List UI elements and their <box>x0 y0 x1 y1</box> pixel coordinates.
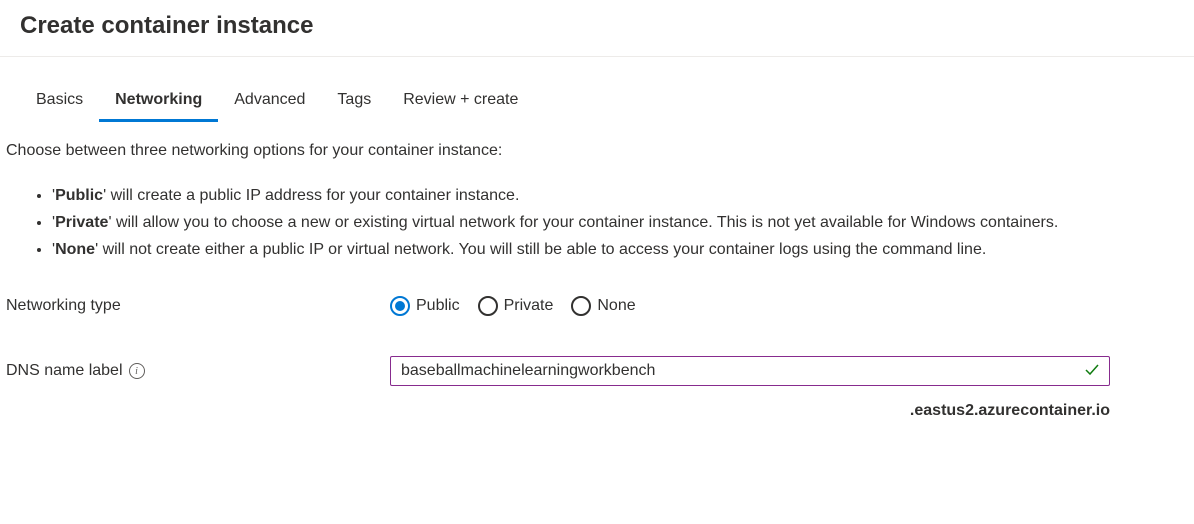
radio-none[interactable]: None <box>571 296 635 316</box>
checkmark-icon <box>1084 362 1100 381</box>
dns-name-input[interactable] <box>390 356 1110 386</box>
tab-networking[interactable]: Networking <box>99 85 218 122</box>
radio-private-label: Private <box>504 297 554 315</box>
bullet-none: 'None' will not create either a public I… <box>52 238 1126 263</box>
radio-public-label: Public <box>416 297 460 315</box>
radio-icon <box>390 296 410 316</box>
radio-icon <box>571 296 591 316</box>
tab-basics[interactable]: Basics <box>20 85 99 122</box>
radio-icon <box>478 296 498 316</box>
networking-type-radio-group: Public Private None <box>390 296 636 316</box>
row-networking-type: Networking type Public Private None <box>6 286 1188 326</box>
option-descriptions: 'Public' will create a public IP address… <box>6 184 1126 262</box>
dns-name-label: DNS name label i <box>6 362 390 380</box>
intro-text: Choose between three networking options … <box>6 142 1188 170</box>
bullet-public: 'Public' will create a public IP address… <box>52 184 1126 209</box>
tab-tags[interactable]: Tags <box>321 85 387 122</box>
row-dns-name-label: DNS name label i <box>6 346 1188 396</box>
radio-public[interactable]: Public <box>390 296 460 316</box>
tab-advanced[interactable]: Advanced <box>218 85 321 122</box>
bullet-private: 'Private' will allow you to choose a new… <box>52 211 1126 236</box>
radio-none-label: None <box>597 297 635 315</box>
dns-suffix-row: .eastus2.azurecontainer.io <box>6 396 1188 420</box>
networking-type-label: Networking type <box>6 297 390 315</box>
tab-review-create[interactable]: Review + create <box>387 85 534 122</box>
radio-private[interactable]: Private <box>478 296 554 316</box>
page-title: Create container instance <box>0 0 1194 57</box>
tabs-nav: Basics Networking Advanced Tags Review +… <box>6 57 1188 122</box>
info-icon[interactable]: i <box>129 363 145 379</box>
dns-suffix: .eastus2.azurecontainer.io <box>390 402 1110 420</box>
